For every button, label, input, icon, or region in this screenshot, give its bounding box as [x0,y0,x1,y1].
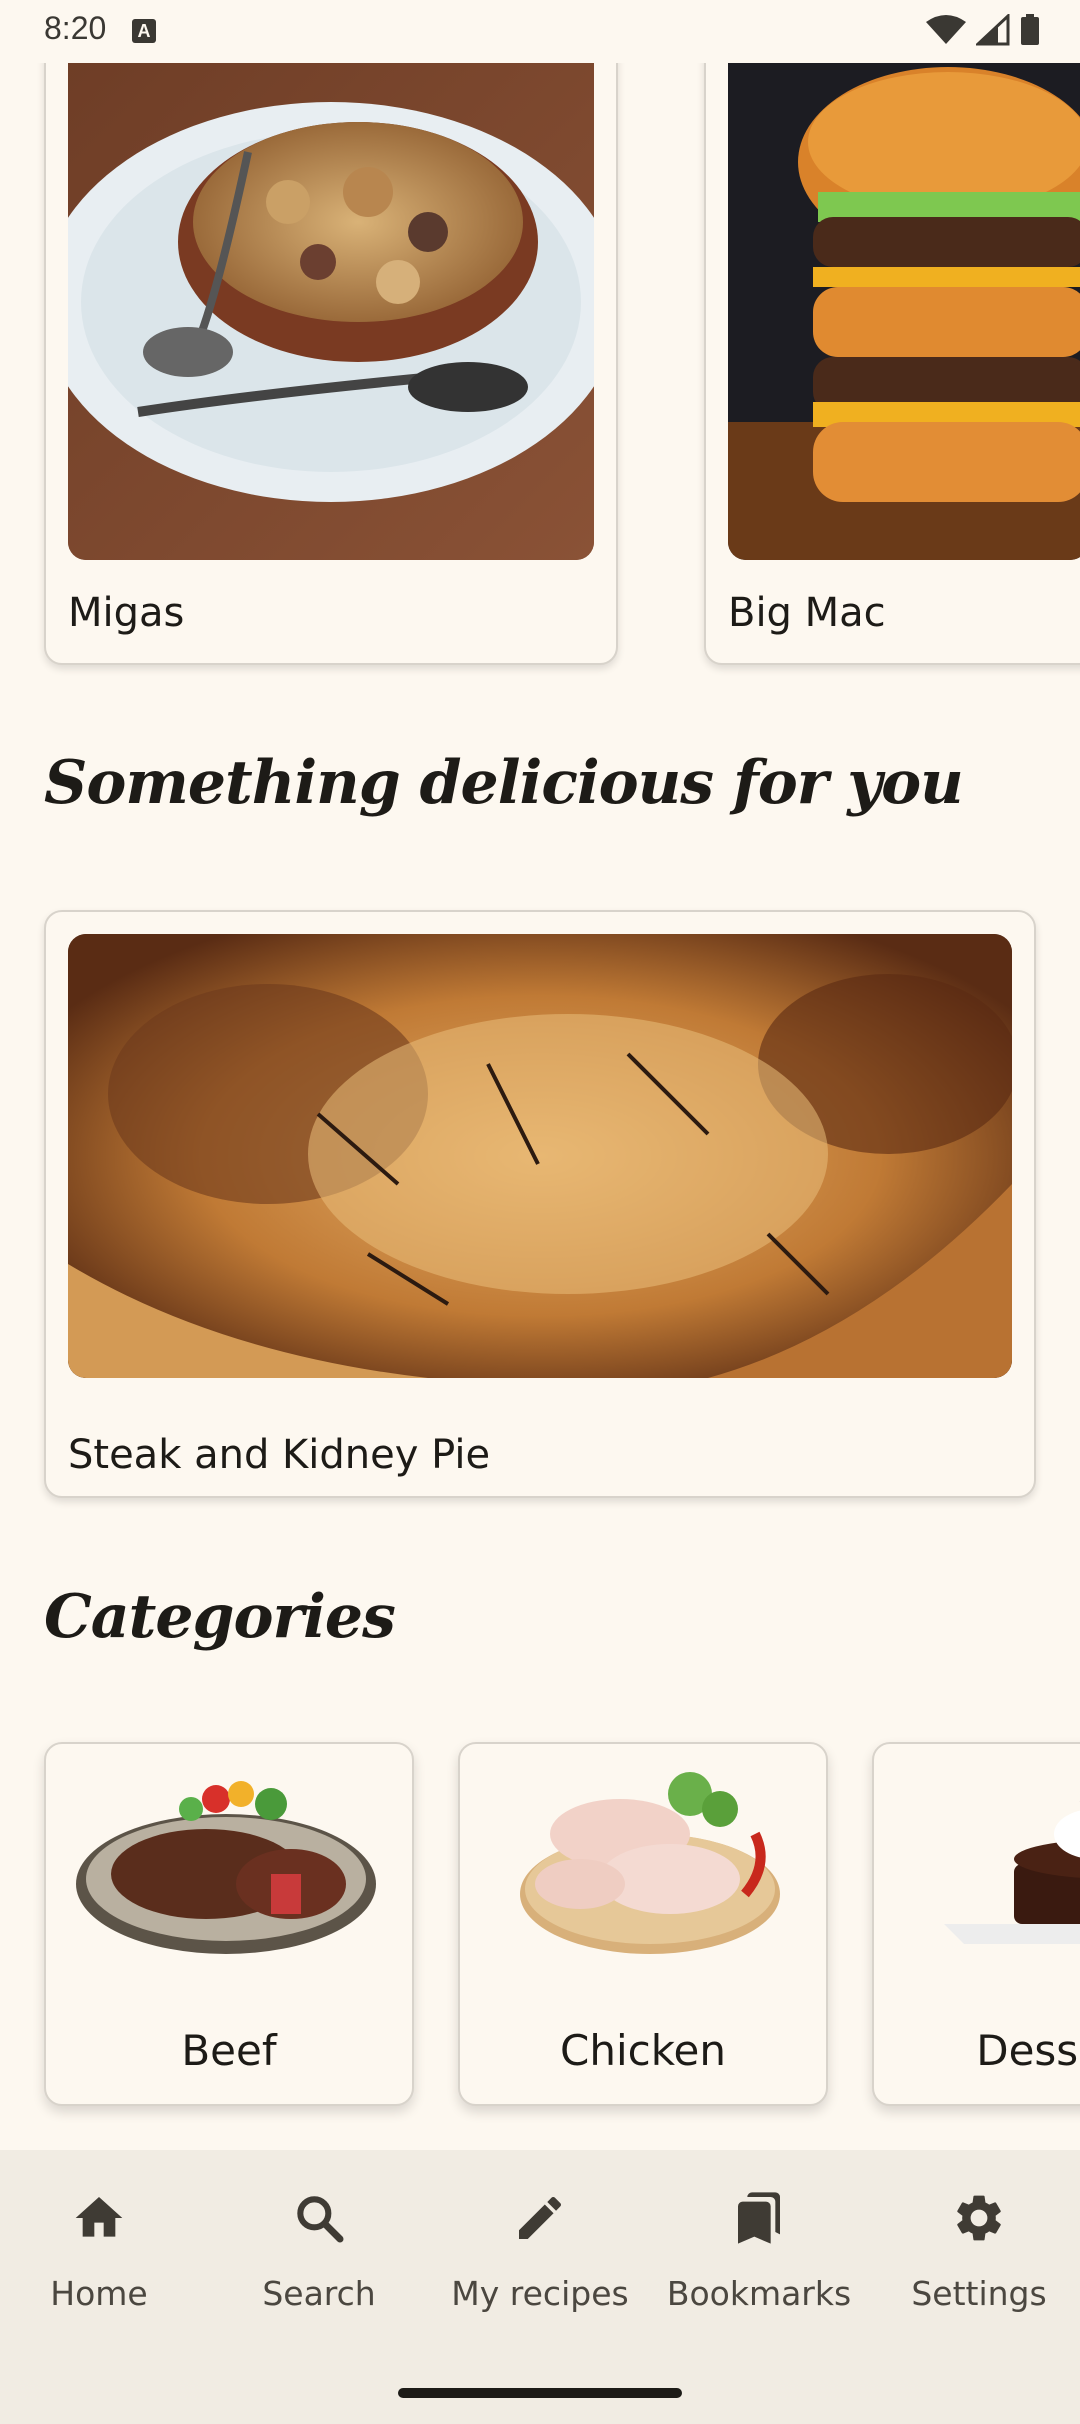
category-image-chicken [520,1772,780,1954]
recipe-title: Big Mac [728,590,886,636]
category-card-chicken[interactable]: Chicken [458,1742,828,2106]
nav-label: Home [50,2274,148,2313]
scroll-content[interactable]: Migas Big Mac Something delicious for yo… [0,0,1080,2150]
nav-item-home[interactable]: Home [0,2190,207,2360]
nav-item-bookmarks[interactable]: Bookmarks [651,2190,867,2360]
bottom-navigation: Home Search My recipes Bookmarks Setting… [0,2150,1080,2424]
recipe-title: Steak and Kidney Pie [68,1432,491,1478]
gear-icon [957,2195,1001,2241]
recipe-card-big-mac[interactable]: Big Mac [704,40,1080,665]
wifi-icon [926,15,966,44]
section-title-featured: Something delicious for you [44,748,964,818]
nav-item-search[interactable]: Search [211,2190,427,2360]
recipe-title: Migas [68,590,185,636]
recipe-image-migas [68,42,594,560]
home-indicator[interactable] [398,2388,682,2398]
category-label: Beef [181,2026,277,2075]
recipe-image-steak-kidney-pie [68,934,1012,1378]
signal-icon [976,14,1010,46]
status-bar: 8:20 A [0,0,1080,63]
battery-icon [1021,14,1039,45]
category-image-dessert [944,1801,1080,1944]
category-image-beef [76,1781,376,1954]
bookmarks-icon [738,2192,780,2244]
category-label: Chicken [560,2026,726,2075]
nav-item-my-recipes[interactable]: My recipes [432,2190,648,2360]
notification-icon: A [132,19,156,43]
status-time: 8:20 [44,10,107,46]
status-icons [926,14,1040,46]
nav-label: Bookmarks [666,2274,852,2313]
category-card-beef[interactable]: Beef [44,1742,414,2106]
recipe-card-migas[interactable]: Migas [44,40,618,665]
section-title-categories: Categories [44,1582,396,1652]
nav-item-settings[interactable]: Settings [871,2190,1080,2360]
nav-label: Settings [911,2274,1047,2313]
category-card-dessert[interactable]: Dessert [872,1742,1080,2106]
recipe-image-big-mac [728,42,1080,560]
category-label: Dessert [976,2026,1080,2075]
search-icon [297,2196,344,2243]
featured-recipe-card[interactable]: Steak and Kidney Pie [44,910,1036,1498]
home-icon [75,2197,123,2237]
nav-label: My recipes [451,2274,629,2313]
pencil-icon [519,2196,562,2239]
nav-label: Search [262,2274,376,2313]
